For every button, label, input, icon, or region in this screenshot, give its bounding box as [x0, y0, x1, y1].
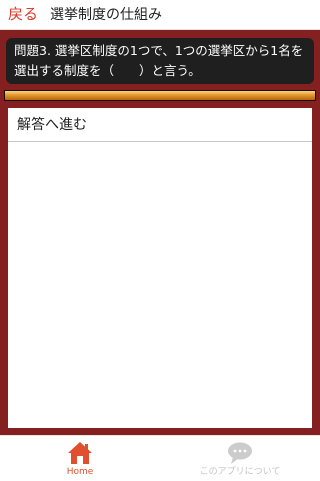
speech-bubble-icon: [228, 442, 252, 464]
tab-about-app[interactable]: このアプリについて: [180, 436, 300, 481]
tab-home[interactable]: Home: [40, 436, 120, 481]
tab-home-label: Home: [66, 467, 94, 477]
answer-panel: [8, 108, 312, 428]
back-button[interactable]: 戻る: [8, 4, 38, 24]
app-header: 戻る 選挙制度の仕組み: [0, 0, 320, 30]
home-icon: [68, 442, 92, 464]
progress-fill: [5, 91, 315, 100]
tab-about-app-label: このアプリについて: [199, 467, 281, 477]
page-title: 選挙制度の仕組み: [50, 7, 162, 23]
progress-bar: [4, 90, 316, 101]
proceed-to-answer-button[interactable]: 解答へ進む: [8, 108, 312, 142]
question-text: 問題3. 選挙区制度の1つで、1つの選挙区から1名を選出する制度を（ ）と言う。: [6, 38, 314, 84]
tab-bar: Home このアプリについて: [0, 435, 320, 480]
